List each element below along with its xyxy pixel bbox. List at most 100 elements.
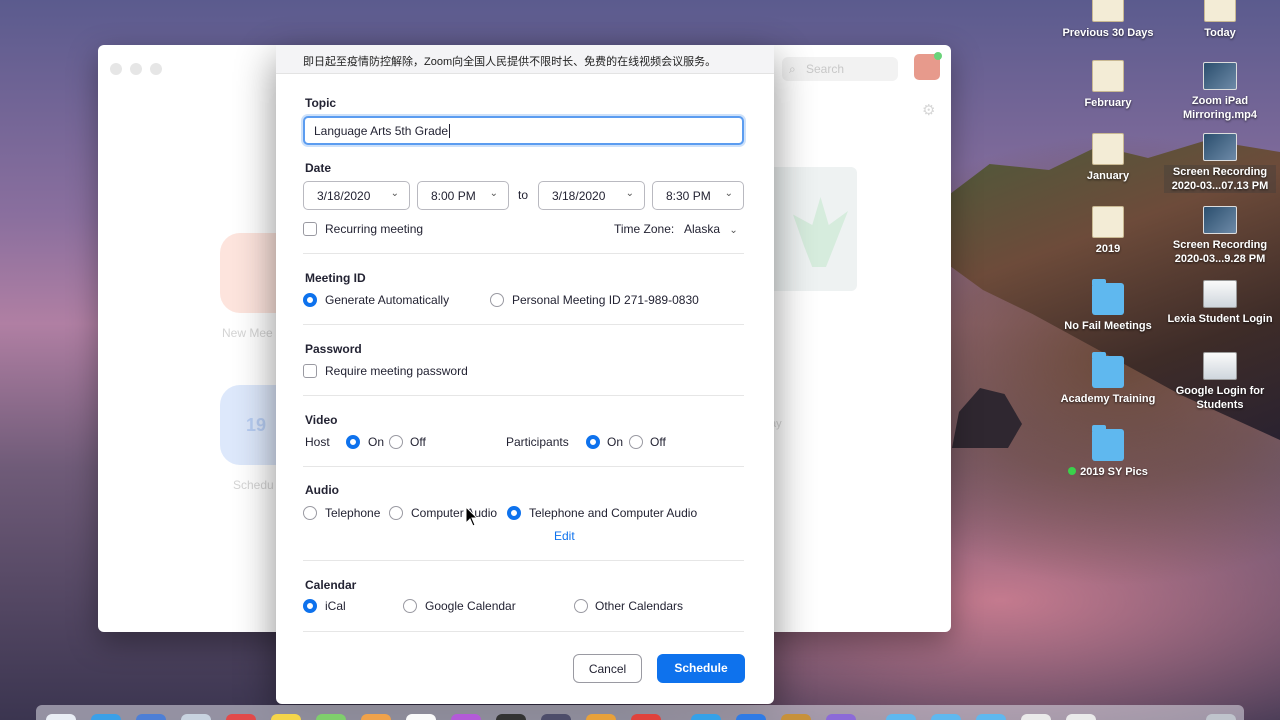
calendar-icon: 19	[246, 415, 267, 435]
dock-calendar-icon[interactable]	[226, 714, 256, 720]
dock-pages-icon[interactable]	[586, 714, 616, 720]
search-input[interactable]: ⌕ Search	[782, 57, 898, 81]
personal-meeting-id-label: Personal Meeting ID 271-989-0830	[512, 293, 699, 307]
dock-app-icon[interactable]	[781, 714, 811, 720]
dock-photos-icon[interactable]	[361, 714, 391, 720]
start-date-select[interactable]: 3/18/2020 ⌄	[303, 181, 410, 210]
host-video-on-radio[interactable]	[346, 435, 360, 449]
dock-tv-icon[interactable]	[496, 714, 526, 720]
desktop-icon-label: 2019 SY Pics	[1080, 466, 1148, 478]
google-calendar-radio[interactable]	[403, 599, 417, 613]
avatar[interactable]	[914, 52, 942, 80]
dock-app-icon[interactable]	[826, 714, 856, 720]
screenshot-file-icon	[1203, 352, 1237, 380]
ical-radio[interactable]	[303, 599, 317, 613]
dock-safari-icon[interactable]	[136, 714, 166, 720]
dock-app-icon[interactable]	[736, 714, 766, 720]
dock-trash-icon[interactable]	[1206, 714, 1236, 720]
green-tag-icon	[1068, 467, 1077, 475]
dock	[36, 705, 1244, 720]
desktop-icon-2019[interactable]: 2019	[1052, 206, 1164, 256]
desktop-icon-label: Zoom iPad Mirroring.mp4	[1183, 95, 1257, 121]
desktop-icon-label: Google Login for Students	[1175, 385, 1265, 411]
divider	[303, 395, 744, 396]
other-calendars-radio[interactable]	[574, 599, 588, 613]
desktop-icon-academy-training[interactable]: Academy Training	[1052, 352, 1164, 406]
date-title: Date	[305, 161, 332, 175]
generate-automatically-radio[interactable]	[303, 293, 317, 307]
dock-mail-icon[interactable]	[181, 714, 211, 720]
topic-input[interactable]: Language Arts 5th Grade	[303, 116, 744, 145]
end-time-select[interactable]: 8:30 PM ⌄	[652, 181, 744, 210]
edit-audio-link[interactable]: Edit	[554, 529, 575, 543]
dock-folder-icon[interactable]	[976, 714, 1006, 720]
dock-app-icon[interactable]	[631, 714, 661, 720]
telephone-radio[interactable]	[303, 506, 317, 520]
desktop-icon-label-row: 2019 SY Pics	[1052, 465, 1164, 479]
desktop-icon-previous-30-days[interactable]: Previous 30 Days	[1052, 0, 1164, 40]
cancel-button[interactable]: Cancel	[573, 654, 642, 683]
dock-zoom-icon[interactable]	[691, 714, 721, 720]
desktop-icon-screen-recording-2[interactable]: Screen Recording 2020-03...9.28 PM	[1164, 206, 1276, 266]
divider	[303, 324, 744, 325]
host-label: Host	[305, 435, 330, 449]
video-file-icon	[1203, 206, 1237, 234]
dock-maps-icon[interactable]	[316, 714, 346, 720]
end-date-select[interactable]: 3/18/2020 ⌄	[538, 181, 645, 210]
telephone-and-computer-audio-radio[interactable]	[507, 506, 521, 520]
schedule-button[interactable]: Schedule	[657, 654, 745, 683]
participants-video-off-radio[interactable]	[629, 435, 643, 449]
dock-finder-icon[interactable]	[46, 714, 76, 720]
video-title: Video	[305, 413, 338, 427]
desktop-icon-label: Screen Recording 2020-03...9.28 PM	[1172, 239, 1268, 265]
start-time-select[interactable]: 8:00 PM ⌄	[417, 181, 509, 210]
date-to-label: to	[518, 188, 529, 202]
topic-value: Language Arts 5th Grade	[314, 124, 449, 138]
desktop-icon-label: Lexia Student Login	[1167, 313, 1273, 325]
dock-folder-icon[interactable]	[886, 714, 916, 720]
gear-icon[interactable]: ⚙	[922, 101, 935, 119]
desktop-icon-february[interactable]: February	[1052, 60, 1164, 110]
computer-audio-radio[interactable]	[389, 506, 403, 520]
dock-folder-icon[interactable]	[931, 714, 961, 720]
desktop-icon-label: 2019	[1095, 243, 1121, 255]
divider	[303, 631, 744, 632]
calendar-title: Calendar	[305, 578, 357, 592]
dock-podcasts-icon[interactable]	[451, 714, 481, 720]
desktop-icon-lexia-student-login[interactable]: Lexia Student Login	[1164, 280, 1276, 326]
dock-app-store-icon[interactable]	[91, 714, 121, 720]
new-meeting-label: New Mee	[222, 326, 273, 340]
time-zone-value: Alaska	[684, 222, 721, 236]
require-password-checkbox[interactable]	[303, 364, 317, 378]
video-file-icon	[1203, 133, 1237, 161]
recurring-meeting-checkbox[interactable]	[303, 222, 317, 236]
desktop-icon-no-fail-meetings[interactable]: No Fail Meetings	[1052, 279, 1164, 333]
require-password-label: Require meeting password	[325, 364, 468, 378]
desktop-icon-google-login-for-students[interactable]: Google Login for Students	[1164, 352, 1276, 412]
chevron-down-icon: ⌄	[625, 188, 634, 199]
personal-meeting-id-radio[interactable]	[490, 293, 504, 307]
minimize-window-button[interactable]	[130, 63, 142, 75]
dock-notes-icon[interactable]	[271, 714, 301, 720]
desktop-icon-label: Previous 30 Days	[1062, 27, 1154, 39]
participants-video-on-radio[interactable]	[586, 435, 600, 449]
desktop-icon-zoom-ipad-mirroring[interactable]: Zoom iPad Mirroring.mp4	[1164, 62, 1276, 122]
time-zone-select[interactable]: Alaska ⌄	[684, 222, 740, 236]
desktop-icon-screen-recording-1[interactable]: Screen Recording 2020-03...07.13 PM	[1164, 133, 1276, 193]
desktop-icon-label: Today	[1204, 27, 1236, 39]
desktop-icon-2019-sy-pics[interactable]: 2019 SY Pics	[1052, 425, 1164, 479]
desktop-icon-january[interactable]: January	[1052, 133, 1164, 183]
close-window-button[interactable]	[110, 63, 122, 75]
host-video-off-radio[interactable]	[389, 435, 403, 449]
end-date-value: 3/18/2020	[552, 189, 606, 203]
host-off-label: Off	[410, 435, 426, 449]
host-on-label: On	[368, 435, 385, 449]
dock-document-icon[interactable]	[1066, 714, 1096, 720]
participants-label: Participants	[506, 435, 569, 449]
zoom-window-button[interactable]	[150, 63, 162, 75]
dock-document-icon[interactable]	[1021, 714, 1051, 720]
desktop-icon-today[interactable]: Today	[1164, 0, 1276, 40]
dock-chrome-icon[interactable]	[406, 714, 436, 720]
dock-app-icon[interactable]	[541, 714, 571, 720]
document-icon	[1092, 133, 1124, 165]
